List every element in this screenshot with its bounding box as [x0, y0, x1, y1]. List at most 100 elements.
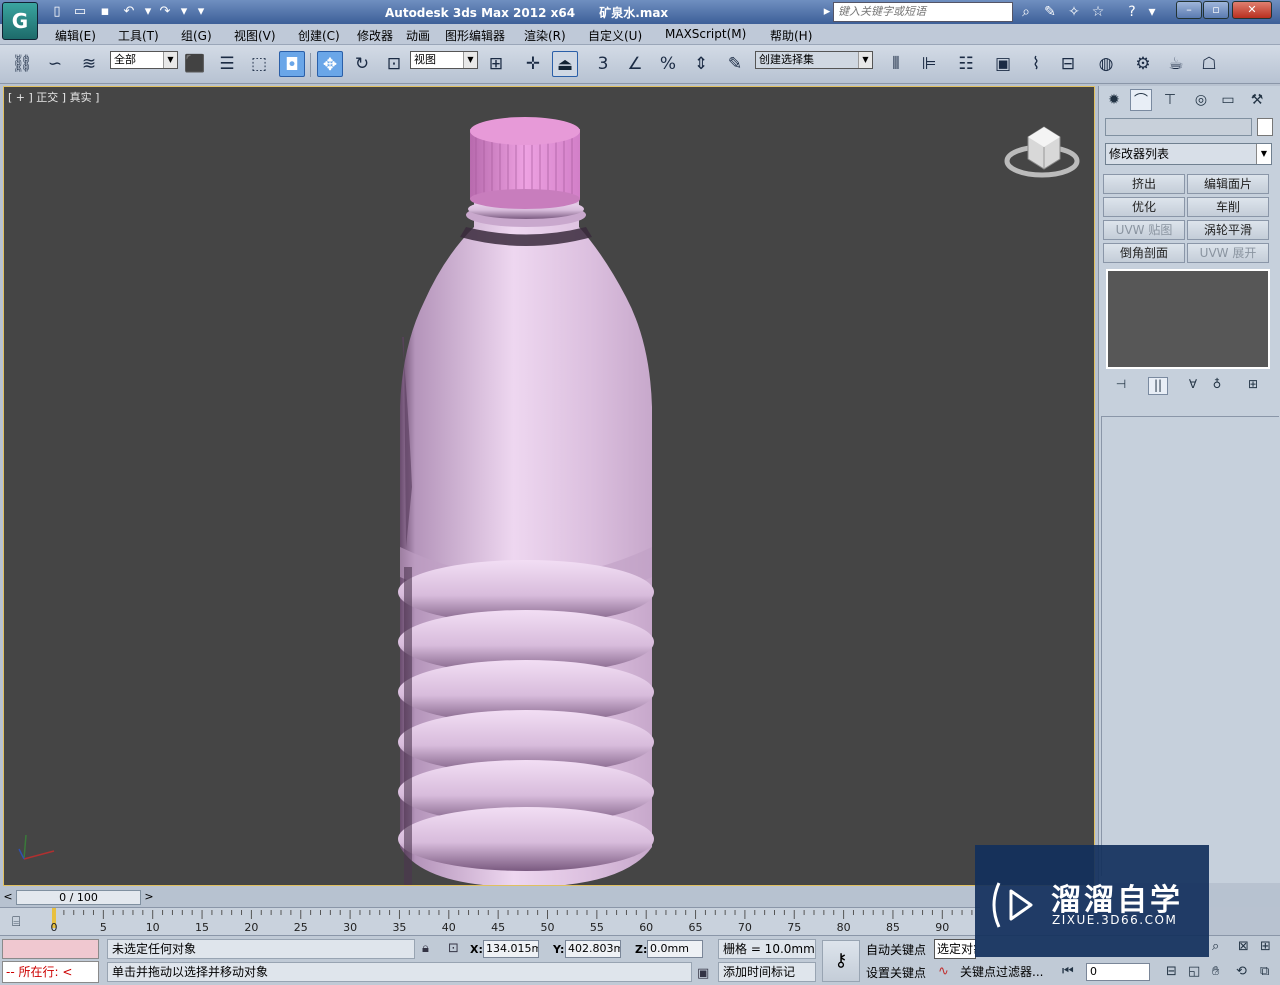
remove-modifier-icon[interactable]: ♁ — [1207, 377, 1227, 395]
key-mode-dropdown[interactable]: 选定对象 — [934, 939, 976, 959]
help-dropdown-icon[interactable]: ▾ — [1142, 3, 1162, 21]
pivot-center-icon[interactable]: ⊞ — [483, 51, 509, 77]
menu-graph-editors[interactable]: 图形编辑器 — [445, 27, 505, 44]
menu-group[interactable]: 组(G) — [181, 27, 212, 44]
modifier-edit-patch-button[interactable]: 编辑面片 — [1187, 174, 1269, 194]
rendered-frame-window-icon[interactable]: ☕ — [1163, 51, 1189, 77]
menu-customize[interactable]: 自定义(U) — [588, 27, 642, 44]
pan-view-icon[interactable]: ✋︎ — [1212, 964, 1219, 979]
binoculars-icon[interactable]: ⌕ — [1016, 3, 1036, 21]
selection-filter-dropdown[interactable]: 全部 ▼ — [110, 51, 178, 69]
graphite-tools-icon[interactable]: ▣ — [990, 51, 1016, 77]
maxscript-mini-listener[interactable] — [2, 939, 99, 959]
selection-lock-icon[interactable]: 🔒︎ — [422, 941, 429, 956]
modifier-unwrap-uvw-button[interactable]: UVW 展开 — [1187, 243, 1269, 263]
curve-editor-icon[interactable]: ⌇ — [1023, 51, 1049, 77]
align-icon[interactable]: ⊫ — [916, 51, 942, 77]
new-file-icon[interactable]: ▯ — [48, 3, 66, 21]
add-time-tag-button[interactable]: 添加时间标记 — [718, 962, 816, 982]
utilities-tab-icon[interactable]: ⚒ — [1246, 89, 1268, 111]
current-frame-field[interactable]: 0 — [1086, 963, 1150, 981]
modifier-optimize-button[interactable]: 优化 — [1103, 197, 1185, 217]
viewcube[interactable] — [1004, 117, 1084, 187]
menu-create[interactable]: 创建(C) — [298, 27, 340, 44]
link-icon[interactable]: ⛓ — [9, 51, 35, 77]
save-icon[interactable]: ▪ — [96, 3, 114, 21]
configure-modifier-sets-icon[interactable]: ⊞ — [1243, 377, 1263, 395]
reference-coordinate-dropdown[interactable]: 视图 ▼ — [410, 51, 478, 69]
make-unique-icon[interactable]: ∀ — [1183, 377, 1203, 395]
help-icon[interactable]: ? — [1122, 3, 1142, 21]
set-key-icon[interactable]: ⚷ — [822, 940, 860, 982]
render-production-icon[interactable]: ☖ — [1196, 51, 1222, 77]
render-setup-icon[interactable]: ⚙ — [1130, 51, 1156, 77]
material-editor-icon[interactable]: ◍ — [1093, 51, 1119, 77]
spinner-snap-icon[interactable]: ⇕ — [688, 51, 714, 77]
time-slider-next-button[interactable]: > — [143, 890, 155, 905]
menu-animation[interactable]: 动画 — [406, 27, 430, 44]
track-bar[interactable]: ⌸ 0 5 10 15 20 25 30 35 40 45 50 55 60 65 70 75 80 85 90 — [0, 907, 980, 935]
perspective-viewport[interactable]: [ + ] 正交 ] 真实 ] — [3, 86, 1095, 886]
modify-tab-icon[interactable]: ⌒ — [1130, 89, 1152, 111]
menu-views[interactable]: 视图(V) — [234, 27, 276, 44]
modifier-extrude-button[interactable]: 挤出 — [1103, 174, 1185, 194]
select-and-scale-icon[interactable]: ⊡ — [381, 51, 407, 77]
x-coordinate-field[interactable]: 134.015mm — [483, 940, 539, 958]
isolate-toggle-icon[interactable]: ▣ — [697, 966, 709, 981]
y-coordinate-field[interactable]: 402.803mm — [565, 940, 621, 958]
redo-icon[interactable]: ↷ — [156, 3, 174, 21]
menu-tools[interactable]: 工具(T) — [118, 27, 159, 44]
zoom-extents-icon[interactable]: ⊞ — [1260, 939, 1271, 954]
orbit-icon[interactable]: ⟲ — [1236, 964, 1247, 979]
pin-stack-icon[interactable]: ⊣ — [1111, 377, 1131, 395]
field-of-view-icon[interactable]: ◱ — [1188, 964, 1200, 979]
unlink-icon[interactable]: ∽ — [42, 51, 68, 77]
object-name-field[interactable] — [1105, 118, 1252, 136]
subscription-icon[interactable]: ✎ — [1040, 3, 1060, 21]
object-color-swatch[interactable] — [1257, 118, 1273, 136]
motion-tab-icon[interactable]: ◎ — [1190, 89, 1212, 111]
modifier-turbosmooth-button[interactable]: 涡轮平滑 — [1187, 220, 1269, 240]
key-mode-toggle-icon[interactable]: ⏮ — [1062, 964, 1074, 979]
undo-dropdown-icon[interactable]: ▾ — [139, 3, 157, 21]
modifier-stack[interactable] — [1106, 269, 1270, 369]
modifier-bevel-profile-button[interactable]: 倒角剖面 — [1103, 243, 1185, 263]
keyboard-shortcut-override-icon[interactable]: ⏏ — [552, 51, 578, 77]
quick-access-dropdown-icon[interactable]: ▾ — [192, 3, 210, 21]
communication-icon[interactable]: ✧ — [1064, 3, 1084, 21]
edit-named-selection-icon[interactable]: ✎ — [722, 51, 748, 77]
auto-key-button[interactable]: 自动关键点 — [866, 941, 926, 958]
snaps-toggle-icon[interactable]: 3 — [590, 51, 616, 77]
z-coordinate-field[interactable]: 0.0mm — [647, 940, 703, 958]
bind-space-warp-icon[interactable]: ≋ — [76, 51, 102, 77]
percent-snap-icon[interactable]: % — [655, 51, 681, 77]
app-logo-button[interactable]: G — [2, 2, 38, 40]
undo-icon[interactable]: ↶ — [120, 3, 138, 21]
layer-manager-icon[interactable]: ☷ — [953, 51, 979, 77]
absolute-mode-icon[interactable]: ⊡ — [448, 941, 459, 956]
time-slider-prev-button[interactable]: < — [2, 890, 14, 905]
modifier-uvw-map-button[interactable]: UVW 贴图 — [1103, 220, 1185, 240]
select-and-rotate-icon[interactable]: ↻ — [349, 51, 375, 77]
favorites-star-icon[interactable]: ☆ — [1088, 3, 1108, 21]
display-tab-icon[interactable]: ▭ — [1217, 89, 1239, 111]
hierarchy-tab-icon[interactable]: ⊤ — [1159, 89, 1181, 111]
modifier-list-dropdown[interactable]: 修改器列表 ▼ — [1105, 143, 1272, 165]
open-file-icon[interactable]: ▭ — [71, 3, 89, 21]
select-by-name-icon[interactable]: ☰ — [214, 51, 240, 77]
menu-edit[interactable]: 编辑(E) — [55, 27, 96, 44]
minimize-button[interactable]: – — [1176, 1, 1202, 19]
modifier-lathe-button[interactable]: 车削 — [1187, 197, 1269, 217]
window-crossing-icon[interactable]: ◘ — [279, 51, 305, 77]
redo-dropdown-icon[interactable]: ▾ — [175, 3, 193, 21]
menu-rendering[interactable]: 渲染(R) — [524, 27, 566, 44]
zoom-all-icon[interactable]: ⊠ — [1238, 939, 1249, 954]
menu-help[interactable]: 帮助(H) — [770, 27, 812, 44]
angle-snap-icon[interactable]: ∠ — [622, 51, 648, 77]
schematic-view-icon[interactable]: ⊟ — [1055, 51, 1081, 77]
menu-maxscript[interactable]: MAXScript(M) — [665, 27, 746, 41]
zoom-icon[interactable]: ⌕ — [1212, 939, 1219, 954]
select-object-icon[interactable]: ⬛ — [182, 51, 208, 77]
menu-modifiers[interactable]: 修改器 — [357, 27, 393, 44]
time-slider-thumb[interactable]: 0 / 100 — [16, 890, 141, 905]
